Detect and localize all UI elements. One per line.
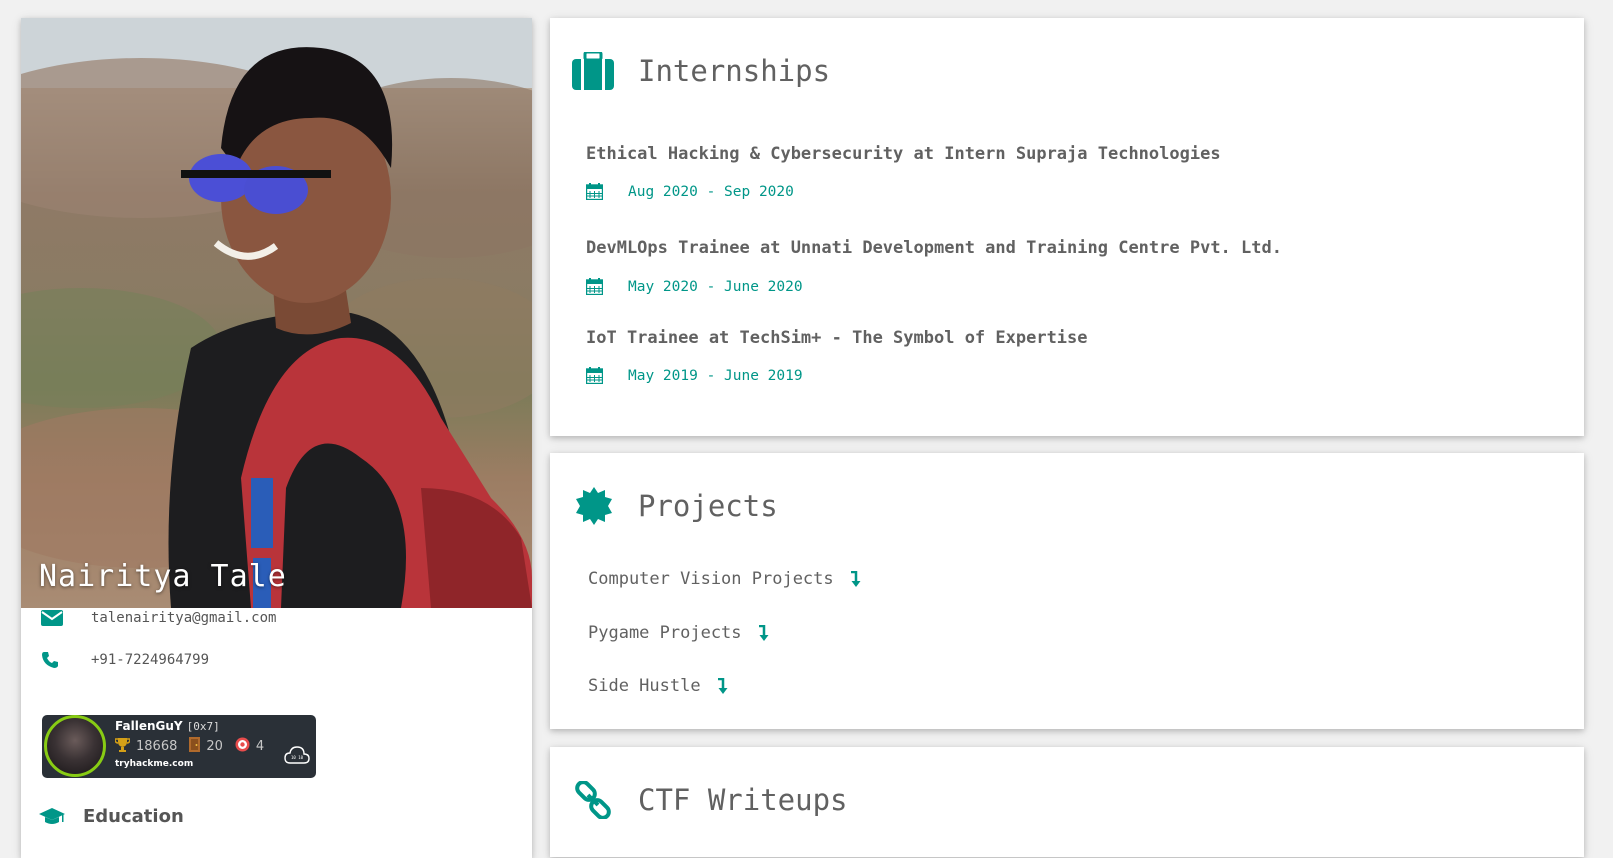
graduation-cap-icon <box>39 807 83 826</box>
badge-rooms: 20 <box>206 739 223 754</box>
internship-date-2: May 2020 - June 2020 <box>586 278 803 295</box>
internship-date-1: Aug 2020 - Sep 2020 <box>586 183 794 200</box>
badge-avatar <box>44 715 106 777</box>
projects-title: Projects <box>638 489 778 523</box>
phone-icon <box>41 651 91 669</box>
internship-title-1: Ethical Hacking & Cybersecurity at Inter… <box>586 144 1221 164</box>
profile-photo: Nairitya Tale <box>21 18 532 608</box>
badge-badges: 4 <box>255 739 265 754</box>
projects-card: Projects Computer Vision Projects Pygame… <box>550 453 1584 729</box>
target-icon <box>235 737 250 756</box>
email-row: talenairitya@gmail.com <box>41 610 276 626</box>
phone-text[interactable]: +91-7224964799 <box>91 652 209 668</box>
phone-row: +91-7224964799 <box>41 651 209 669</box>
education-label: Education <box>83 806 184 827</box>
certificate-icon <box>575 487 613 529</box>
internship-title-2: DevMLOps Trainee at Unnati Development a… <box>586 238 1282 258</box>
education-heading: Education <box>39 806 184 827</box>
profile-photo-illustration <box>21 18 532 608</box>
project-link-pygame[interactable]: Pygame Projects <box>588 623 770 643</box>
door-icon <box>189 737 201 756</box>
badge-stats: 18668 20 4 <box>114 737 265 756</box>
internship-title-3: IoT Trainee at TechSim+ - The Symbol of … <box>586 328 1088 348</box>
calendar-icon <box>586 183 628 200</box>
ctf-writeups-card: CTF Writeups <box>550 747 1584 857</box>
project-link-side-hustle[interactable]: Side Hustle <box>588 676 729 696</box>
arrow-down-icon[interactable] <box>758 624 770 642</box>
internship-date-3: May 2019 - June 2019 <box>586 367 803 384</box>
project-link-computer-vision[interactable]: Computer Vision Projects <box>588 569 862 589</box>
calendar-icon <box>586 278 628 295</box>
badge-points: 18668 <box>136 739 178 754</box>
arrow-down-icon[interactable] <box>850 570 862 588</box>
suitcase-icon <box>572 50 614 94</box>
envelope-icon <box>41 610 91 626</box>
internships-card: Internships Ethical Hacking & Cybersecur… <box>550 18 1584 436</box>
profile-name: Nairitya Tale <box>39 559 287 594</box>
profile-card: Nairitya Tale talenairitya@gmail.com +91… <box>21 18 532 858</box>
internships-title: Internships <box>638 54 831 88</box>
svg-text:10 10: 10 10 <box>291 755 304 760</box>
ctf-writeups-title: CTF Writeups <box>638 783 848 817</box>
trophy-icon <box>114 737 131 756</box>
badge-rank: [0x7] <box>186 720 220 733</box>
email-text[interactable]: talenairitya@gmail.com <box>91 610 276 626</box>
tryhackme-badge[interactable]: FallenGuY [0x7] 18668 20 4 tryhackme.com … <box>42 715 316 778</box>
calendar-icon <box>586 367 628 384</box>
arrow-down-icon[interactable] <box>717 677 729 695</box>
badge-site: tryhackme.com <box>115 759 194 769</box>
badge-username: FallenGuY [0x7] <box>115 719 220 733</box>
chain-link-icon <box>574 780 612 823</box>
cloud-icon: 10 10 <box>284 745 310 771</box>
